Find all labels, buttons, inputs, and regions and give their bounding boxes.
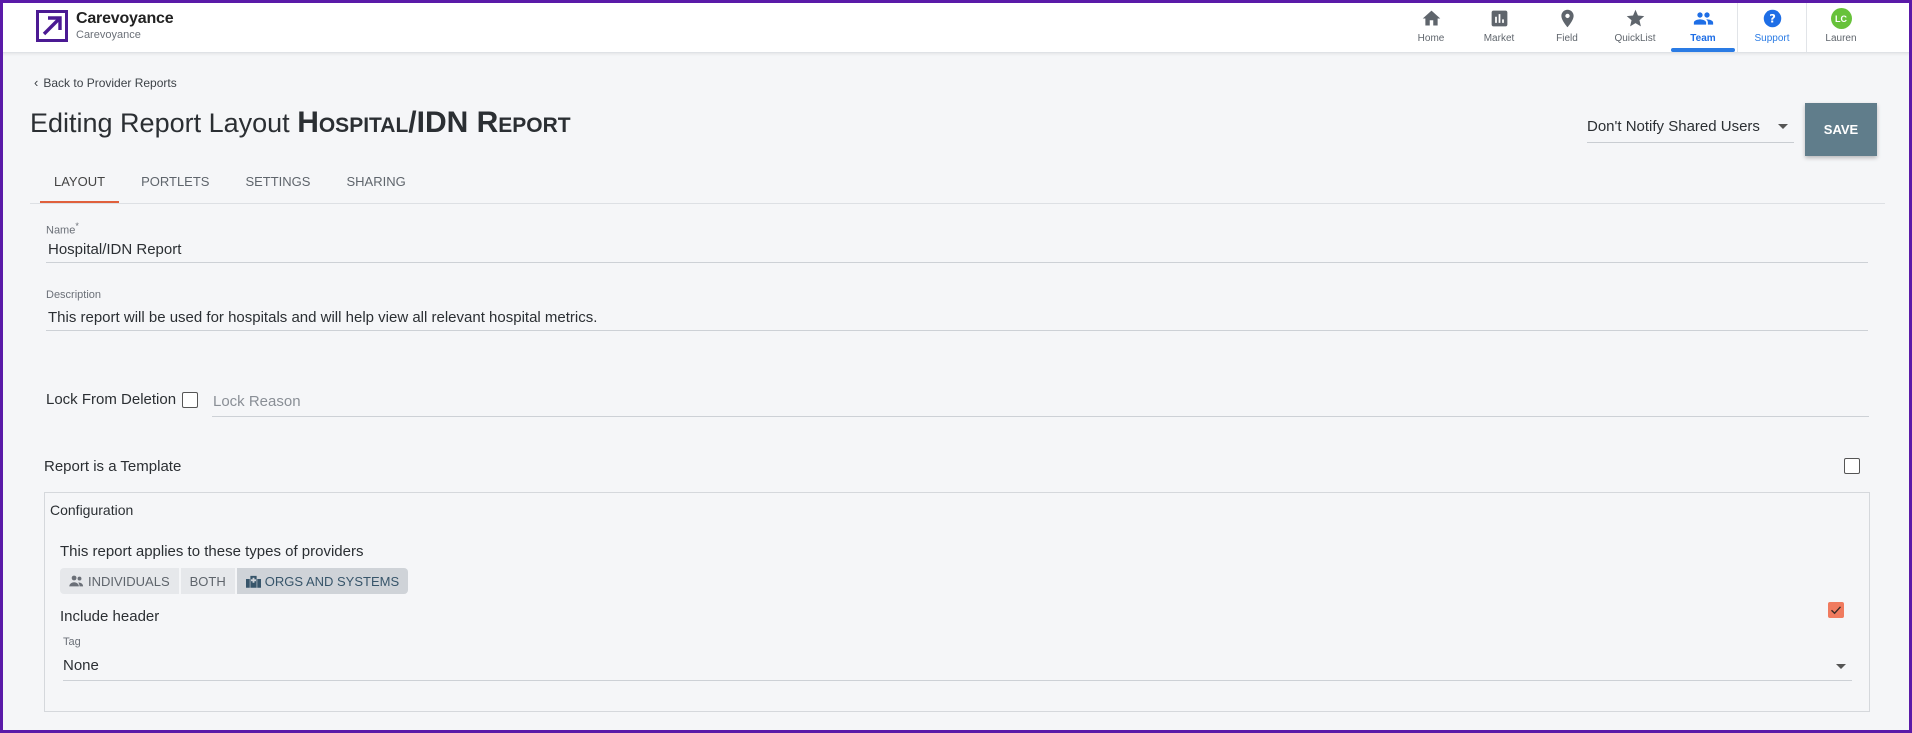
lock-reason-input[interactable]: Lock Reason — [212, 391, 1869, 417]
page-title-prefix: Editing Report Layout — [30, 108, 290, 138]
brand-name: Carevoyance — [76, 10, 174, 27]
bar-chart-icon — [1491, 10, 1507, 27]
nav-label-market: Market — [1483, 33, 1515, 44]
tab-sharing[interactable]: SHARING — [332, 164, 419, 203]
tab-portlets[interactable]: PORTLETS — [127, 164, 223, 203]
notify-shared-users-select[interactable]: Don't Notify Shared Users — [1587, 118, 1794, 143]
dropdown-caret-icon — [1778, 124, 1788, 129]
tag-select[interactable]: None — [63, 655, 1852, 681]
avatar: LC — [1830, 8, 1852, 29]
nav-label-field: Field — [1556, 33, 1578, 44]
dropdown-caret-icon — [1836, 664, 1846, 669]
tab-layout[interactable]: LAYOUT — [40, 164, 120, 203]
nav-item-market[interactable]: Market — [1465, 0, 1533, 52]
home-icon — [1422, 10, 1440, 26]
editor-tabs: LAYOUT PORTLETS SETTINGS SHARING — [40, 164, 428, 204]
nav-label-team: Team — [1690, 33, 1716, 44]
configuration-title: Configuration — [50, 502, 134, 518]
name-field-label: Name* — [46, 221, 79, 237]
svg-text:?: ? — [1769, 11, 1776, 25]
star-icon — [1626, 9, 1644, 27]
nav-item-field[interactable]: Field — [1533, 0, 1601, 52]
tag-select-value: None — [63, 657, 99, 674]
description-input[interactable]: This report will be used for hospitals a… — [46, 307, 1868, 331]
nav-label-user: Lauren — [1825, 33, 1857, 44]
back-link-label: Back to Provider Reports — [43, 75, 177, 90]
description-field-label: Description — [46, 289, 102, 301]
configuration-panel: Configuration This report applies to the… — [44, 492, 1870, 712]
provider-type-toggle-group: INDIVIDUALS BOTH ORGS AND SYSTEMS — [60, 568, 410, 594]
nav-item-support[interactable]: ? Support — [1738, 0, 1806, 52]
required-mark: * — [75, 221, 79, 231]
top-navigation-bar: Carevoyance Carevoyance Home Market Fiel… — [0, 0, 1912, 53]
name-input[interactable]: Hospital/IDN Report — [46, 239, 1868, 263]
report-template-checkbox[interactable] — [1844, 458, 1860, 474]
provider-type-orgs-button[interactable]: ORGS AND SYSTEMS — [236, 568, 409, 594]
brand[interactable]: Carevoyance Carevoyance — [36, 10, 174, 42]
save-button[interactable]: SAVE — [1805, 103, 1877, 156]
nav-item-home[interactable]: Home — [1397, 0, 1465, 52]
nav-item-quicklist[interactable]: QuickList — [1601, 0, 1669, 52]
people-icon — [1693, 12, 1713, 25]
tabs-divider — [30, 203, 1885, 204]
lock-from-deletion-label: Lock From Deletion — [46, 391, 177, 408]
help-icon: ? — [1763, 9, 1781, 28]
name-label-text: Name — [46, 224, 76, 237]
tab-settings[interactable]: SETTINGS — [231, 164, 324, 203]
people-icon — [69, 575, 84, 587]
nav-item-user[interactable]: LC Lauren — [1807, 0, 1875, 52]
provider-type-both-label: BOTH — [189, 573, 226, 589]
report-name-title: Hospital/IDN Report — [297, 106, 571, 139]
tag-field-label: Tag — [63, 636, 81, 648]
chevron-left-icon: ‹ — [34, 75, 39, 90]
checkmark-icon — [1831, 606, 1842, 615]
nav-item-team[interactable]: Team — [1669, 0, 1737, 52]
nav-label-support: Support — [1754, 33, 1790, 44]
back-to-provider-reports-link[interactable]: ‹ Back to Provider Reports — [34, 75, 177, 90]
provider-type-both-button[interactable]: BOTH — [180, 568, 235, 594]
map-pin-icon — [1560, 9, 1574, 28]
main-nav: Home Market Field QuickList Team ? Suppo… — [1397, 0, 1875, 52]
hospital-building-icon — [245, 575, 261, 588]
lock-from-deletion-checkbox[interactable] — [182, 392, 198, 408]
carevoyance-logo-icon — [36, 10, 68, 42]
nav-label-quicklist: QuickList — [1614, 33, 1656, 44]
nav-label-home: Home — [1417, 33, 1445, 44]
provider-type-individuals-label: INDIVIDUALS — [88, 573, 170, 589]
include-header-label: Include header — [60, 608, 160, 625]
include-header-checkbox[interactable] — [1828, 602, 1844, 618]
notify-select-value: Don't Notify Shared Users — [1587, 118, 1760, 135]
report-template-label: Report is a Template — [44, 458, 182, 475]
provider-types-description: This report applies to these types of pr… — [60, 543, 364, 560]
brand-subtitle: Carevoyance — [76, 29, 141, 41]
provider-type-individuals-button[interactable]: INDIVIDUALS — [60, 568, 179, 594]
provider-type-orgs-label: ORGS AND SYSTEMS — [264, 573, 400, 589]
page-title: Editing Report Layout Hospital/IDN Repor… — [30, 106, 571, 140]
